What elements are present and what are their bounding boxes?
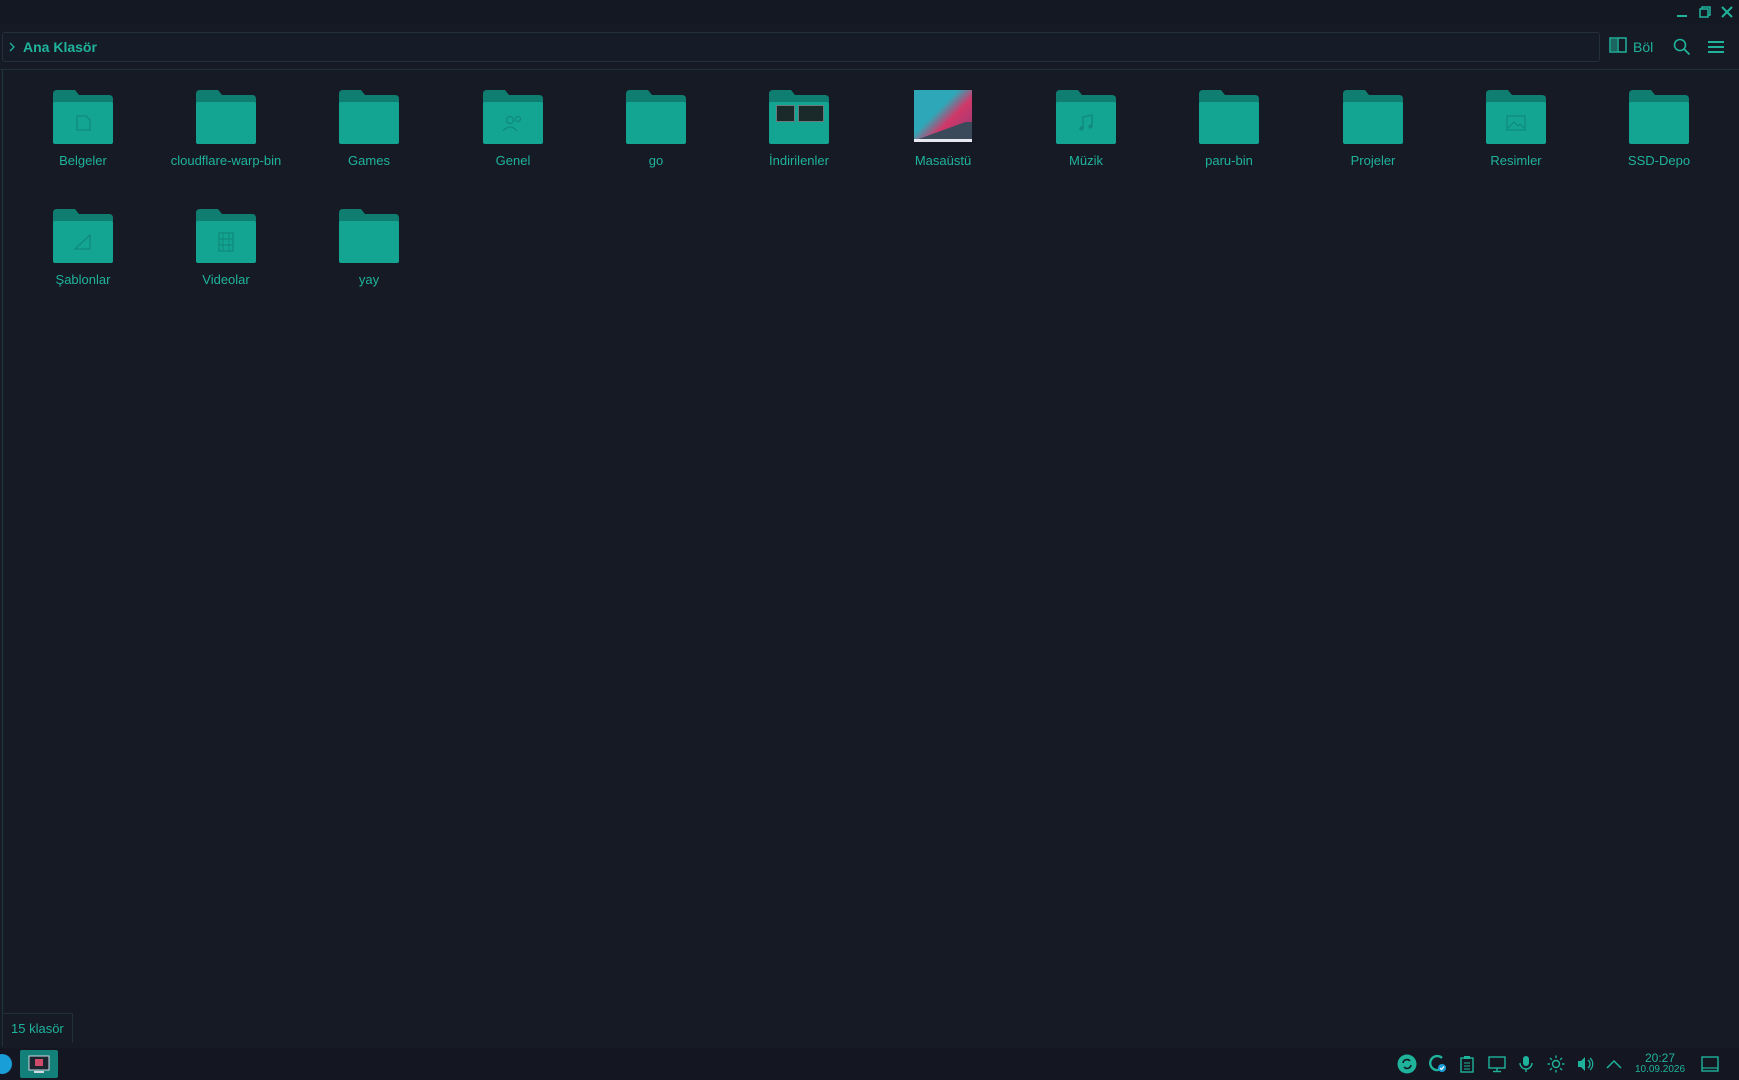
clock-date: 10.09.2026 [1634,1064,1686,1075]
search-icon[interactable] [1669,34,1695,60]
folder-cloudflare-warp-bin[interactable]: cloudflare-warp-bin [161,90,291,170]
folder-sablonlar[interactable]: Şablonlar [18,209,148,289]
folder-masaustu[interactable]: Masaüstü [878,90,1008,170]
music-icon [1056,90,1116,144]
folder-icon [1343,90,1403,144]
wallpaper-preview [914,90,972,142]
folder-genel[interactable]: Genel [448,90,578,170]
item-label: Masaüstü [914,153,972,168]
clock[interactable]: 20:27 10.09.2026 [1627,1052,1693,1076]
film-icon [196,209,256,263]
split-view-button[interactable]: Böl [1609,34,1653,60]
template-icon [53,209,113,263]
folder-icon [769,90,829,144]
folder-icon [1056,90,1116,144]
folder-icon [196,209,256,263]
folder-ssd-depo[interactable]: SSD-Depo [1594,90,1724,170]
app-launcher-icon[interactable] [0,1054,12,1074]
folder-icon [53,209,113,263]
folder-icon [1629,90,1689,144]
network-icon[interactable] [1485,1052,1509,1076]
update-icon[interactable] [1425,1052,1449,1076]
item-label: Resimler [1490,153,1542,168]
split-view-icon [1609,36,1627,58]
status-summary: 15 klasör [2,1013,73,1043]
item-label: paru-bin [1205,153,1253,168]
microphone-icon[interactable] [1514,1052,1538,1076]
preview-thumbnails [776,105,824,122]
show-desktop-icon[interactable] [1698,1052,1722,1076]
image-icon [1486,90,1546,144]
folder-icon [483,90,543,144]
item-label: Genel [495,153,531,168]
folder-videolar[interactable]: Videolar [161,209,291,289]
folder-count: 15 klasör [11,1021,64,1036]
taskbar: 20:27 10.09.2026 [0,1048,1739,1080]
close-icon[interactable] [1717,2,1737,22]
restore-icon[interactable] [1695,2,1715,22]
split-view-label: Böl [1633,39,1654,55]
item-label: Müzik [1069,153,1103,168]
item-label: İndirilenler [769,153,829,168]
item-label: go [648,153,664,168]
folder-icon [339,209,399,263]
toolbar: Ana Klasör Böl [0,28,1739,66]
breadcrumb[interactable]: Ana Klasör [2,32,1600,62]
folder-games[interactable]: Games [304,90,434,170]
window-preview-icon [28,1055,50,1073]
item-label: cloudflare-warp-bin [170,153,282,168]
hamburger-menu-icon[interactable] [1703,34,1729,60]
folder-icon [1199,90,1259,144]
window-titlebar [0,0,1739,24]
file-view[interactable]: Belgeler cloudflare-warp-bin Games Genel… [2,70,1739,1046]
folder-paru-bin[interactable]: paru-bin [1164,90,1294,170]
folder-icon [1486,90,1546,144]
clipboard-icon[interactable] [1455,1052,1479,1076]
item-label: yay [358,272,380,287]
sync-icon[interactable] [1395,1052,1419,1076]
folder-go[interactable]: go [591,90,721,170]
folder-resimler[interactable]: Resimler [1451,90,1581,170]
chevron-right-icon[interactable] [3,32,21,62]
folder-indirilenler[interactable]: İndirilenler [734,90,864,170]
minimize-icon[interactable] [1672,2,1692,22]
folder-icon [626,90,686,144]
folder-belgeler[interactable]: Belgeler [18,90,148,170]
clock-time: 20:27 [1644,1051,1676,1065]
item-label: Projeler [1350,153,1396,168]
item-label: SSD-Depo [1627,153,1691,168]
item-label: Şablonlar [55,272,111,287]
folder-muzik[interactable]: Müzik [1021,90,1151,170]
taskbar-file-manager[interactable] [20,1050,58,1078]
brightness-icon[interactable] [1544,1052,1568,1076]
folder-icon [339,90,399,144]
breadcrumb-home[interactable]: Ana Klasör [23,39,97,55]
users-icon [483,90,543,144]
item-label: Videolar [202,272,250,287]
folder-projeler[interactable]: Projeler [1308,90,1438,170]
chevron-up-icon[interactable] [1602,1052,1626,1076]
document-icon [53,90,113,144]
folder-icon [196,90,256,144]
item-label: Games [348,153,390,168]
item-label: Belgeler [59,153,107,168]
volume-icon[interactable] [1573,1052,1597,1076]
folder-icon [53,90,113,144]
folder-yay[interactable]: yay [304,209,434,289]
